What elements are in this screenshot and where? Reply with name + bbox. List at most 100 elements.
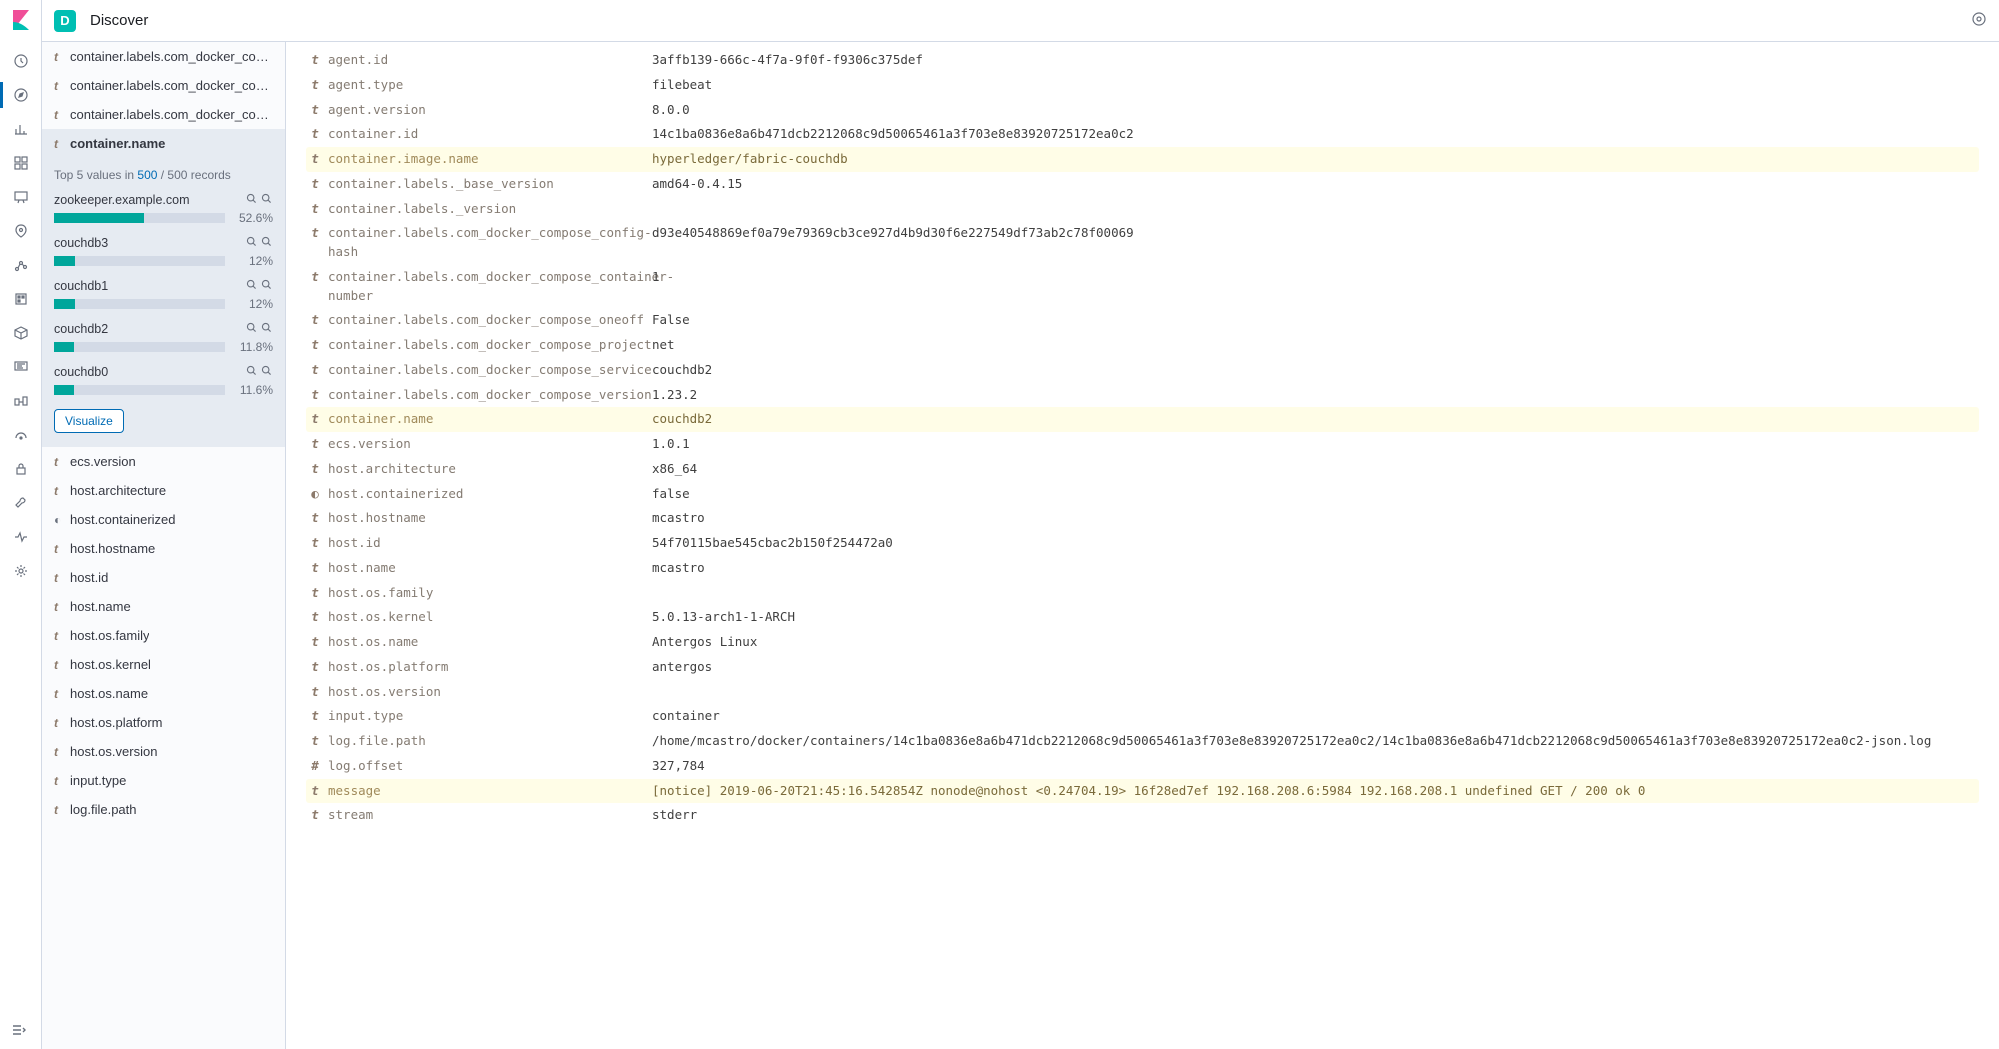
- doc-field-type-icon: t: [306, 460, 324, 479]
- doc-field-type-icon: t: [306, 732, 324, 751]
- doc-field-key: host.os.family: [324, 584, 652, 603]
- nav-infra-icon[interactable]: [0, 282, 42, 316]
- nav-devtools-icon[interactable]: [0, 486, 42, 520]
- field-row[interactable]: thost.os.platform: [42, 708, 285, 737]
- nav-apm-icon[interactable]: [0, 350, 42, 384]
- collapse-nav-icon[interactable]: [10, 1022, 26, 1041]
- doc-field-type-icon: t: [306, 51, 324, 70]
- stat-label: couchdb0: [54, 365, 245, 379]
- filter-for-icon[interactable]: [245, 321, 258, 337]
- stat-item: couchdb1 12%: [54, 278, 273, 311]
- field-type-icon: t: [54, 687, 70, 701]
- field-name: container.labels.com_docker_comp...: [70, 78, 273, 93]
- doc-field-row: thost.os.version: [306, 680, 1979, 705]
- nav-discover-icon[interactable]: [0, 78, 42, 112]
- field-row[interactable]: tinput.type: [42, 766, 285, 795]
- field-type-icon: t: [54, 803, 70, 817]
- doc-field-row: #log.offset327,784: [306, 754, 1979, 779]
- field-name: host.os.name: [70, 686, 148, 701]
- stat-label: couchdb1: [54, 279, 245, 293]
- doc-field-type-icon: t: [306, 224, 324, 243]
- field-name: container.labels.com_docker_comp...: [70, 49, 273, 64]
- kibana-logo[interactable]: [9, 8, 33, 32]
- doc-field-type-icon: t: [306, 336, 324, 355]
- nav-monitoring-icon[interactable]: [0, 520, 42, 554]
- nav-logs-icon[interactable]: [0, 316, 42, 350]
- stats-count-link[interactable]: 500: [137, 168, 157, 182]
- nav-recent-icon[interactable]: [0, 44, 42, 78]
- stat-pct: 12%: [233, 297, 273, 311]
- nav-canvas-icon[interactable]: [0, 180, 42, 214]
- filter-for-icon[interactable]: [245, 192, 258, 208]
- nav-siem-icon[interactable]: [0, 418, 42, 452]
- doc-field-type-icon: t: [306, 200, 324, 219]
- field-row-selected[interactable]: t container.name: [42, 129, 285, 158]
- field-row[interactable]: thost.os.kernel: [42, 650, 285, 679]
- filter-for-icon[interactable]: [245, 278, 258, 294]
- visualize-button[interactable]: Visualize: [54, 409, 124, 433]
- filter-for-icon[interactable]: [245, 235, 258, 251]
- doc-field-key: host.os.name: [324, 633, 652, 652]
- filter-for-icon[interactable]: [245, 364, 258, 380]
- doc-field-value: net: [652, 336, 1979, 355]
- nav-visualize-icon[interactable]: [0, 112, 42, 146]
- field-row[interactable]: thost.os.name: [42, 679, 285, 708]
- doc-field-key: message: [324, 782, 652, 801]
- doc-field-value: filebeat: [652, 76, 1979, 95]
- doc-field-key: host.hostname: [324, 509, 652, 528]
- page-title: Discover: [90, 12, 148, 29]
- doc-field-row: tcontainer.labels.com_docker_compose_ser…: [306, 358, 1979, 383]
- nav-rail: [0, 0, 42, 1049]
- doc-field-value: antergos: [652, 658, 1979, 677]
- doc-field-key: host.architecture: [324, 460, 652, 479]
- field-row[interactable]: tcontainer.labels.com_docker_comp...: [42, 42, 285, 71]
- field-row[interactable]: ◐host.containerized: [42, 505, 285, 534]
- filter-out-icon[interactable]: [260, 278, 273, 294]
- doc-field-type-icon: t: [306, 410, 324, 429]
- field-name: log.file.path: [70, 802, 137, 817]
- field-name: input.type: [70, 773, 126, 788]
- doc-field-value: 327,784: [652, 757, 1979, 776]
- doc-field-row: tstreamstderr: [306, 803, 1979, 828]
- doc-field-value: amd64-0.4.15: [652, 175, 1979, 194]
- field-row[interactable]: tcontainer.labels.com_docker_comp...: [42, 100, 285, 129]
- nav-maps-icon[interactable]: [0, 214, 42, 248]
- filter-out-icon[interactable]: [260, 235, 273, 251]
- nav-ml-icon[interactable]: [0, 248, 42, 282]
- field-row[interactable]: thost.os.family: [42, 621, 285, 650]
- doc-field-row: tmessage[notice] 2019-06-20T21:45:16.542…: [306, 779, 1979, 804]
- doc-field-key: container.name: [324, 410, 652, 429]
- doc-field-key: ecs.version: [324, 435, 652, 454]
- nav-management-icon[interactable]: [0, 554, 42, 588]
- field-type-icon: t: [54, 600, 70, 614]
- nav-uptime-icon[interactable]: [0, 384, 42, 418]
- doc-field-row: tcontainer.id14c1ba0836e8a6b471dcb221206…: [306, 122, 1979, 147]
- stat-pct: 11.8%: [233, 340, 273, 354]
- field-row[interactable]: thost.id: [42, 563, 285, 592]
- doc-field-type-icon: t: [306, 150, 324, 169]
- doc-field-key: agent.version: [324, 101, 652, 120]
- header-settings-icon[interactable]: [1971, 11, 1987, 30]
- doc-field-type-icon: ◐: [306, 485, 324, 504]
- filter-out-icon[interactable]: [260, 364, 273, 380]
- field-row[interactable]: thost.os.version: [42, 737, 285, 766]
- doc-field-value: Antergos Linux: [652, 633, 1979, 652]
- field-row[interactable]: tcontainer.labels.com_docker_comp...: [42, 71, 285, 100]
- field-type-icon: t: [54, 774, 70, 788]
- nav-security-icon[interactable]: [0, 452, 42, 486]
- filter-out-icon[interactable]: [260, 192, 273, 208]
- field-type-icon: t: [54, 137, 70, 151]
- doc-field-value: hyperledger/fabric-couchdb: [652, 150, 1979, 169]
- field-row[interactable]: thost.architecture: [42, 476, 285, 505]
- doc-field-type-icon: t: [306, 707, 324, 726]
- field-row[interactable]: thost.name: [42, 592, 285, 621]
- filter-out-icon[interactable]: [260, 321, 273, 337]
- field-row[interactable]: thost.hostname: [42, 534, 285, 563]
- doc-field-row: thost.os.family: [306, 581, 1979, 606]
- field-row[interactable]: tecs.version: [42, 447, 285, 476]
- field-name: host.id: [70, 570, 108, 585]
- doc-field-type-icon: t: [306, 361, 324, 380]
- nav-dashboard-icon[interactable]: [0, 146, 42, 180]
- field-row[interactable]: tlog.file.path: [42, 795, 285, 824]
- doc-field-key: host.containerized: [324, 485, 652, 504]
